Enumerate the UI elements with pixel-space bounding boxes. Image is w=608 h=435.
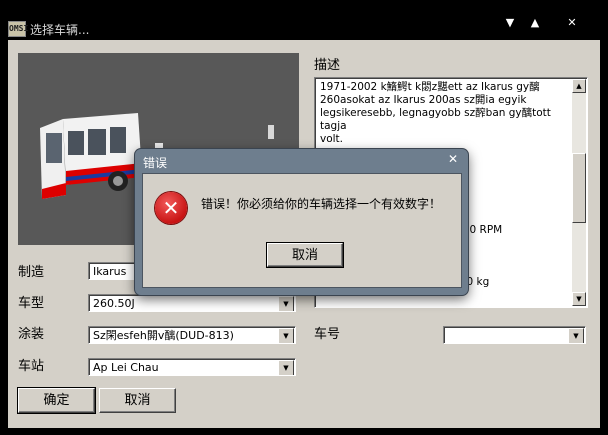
arrow-up-icon[interactable]: ▲ [572,79,586,93]
chevron-down-icon[interactable]: ▼ [568,328,584,343]
ok-button[interactable]: 确定 [17,387,96,414]
model-combo[interactable]: 260.50J ▼ [88,294,296,312]
description-scrollbar[interactable]: ▲ ▼ [572,79,586,306]
title-bar[interactable]: OMSI 选择车辆... ▼ ▲ ✕ [0,0,608,38]
main-window: OMSI 选择车辆... ▼ ▲ ✕ 制造 Ikarus 车型 260.50J … [0,0,608,435]
error-message: 错误！你必须给你的车辆选择一个有效数字！ [201,197,442,211]
livery-label: 涂装 [18,327,45,342]
error-x-icon: ✕ [155,192,187,224]
chevron-down-icon[interactable]: ▼ [278,328,294,343]
cancel-button[interactable]: 取消 [99,388,176,413]
error-dialog-body: ✕ 错误！你必须给你的车辆选择一个有效数字！ 取消 [142,173,462,288]
arrow-down-icon[interactable]: ▼ [572,292,586,306]
window-title: 选择车辆... [30,23,90,37]
chevron-down-icon[interactable]: ▼ [278,360,294,375]
maximize-icon[interactable]: ▲ [525,14,545,32]
model-value: 260.50J [93,297,135,310]
chevron-down-icon[interactable]: ▼ [278,296,294,311]
model-label: 车型 [18,296,45,311]
scrollbar-thumb[interactable] [572,153,586,223]
livery-combo[interactable]: Sz閑esfeh閞v醨(DUD-813) ▼ [88,326,296,344]
depot-value: Ap Lei Chau [93,361,159,374]
description-label: 描述 [314,58,341,73]
depot-combo[interactable]: Ap Lei Chau ▼ [88,358,296,376]
minimize-icon[interactable]: ▼ [500,14,520,32]
close-icon[interactable]: ✕ [562,14,582,32]
app-icon: OMSI [8,21,28,37]
error-dialog-title: 错误 [143,156,168,170]
close-icon[interactable]: ✕ [448,152,458,166]
depot-label: 车站 [18,359,45,374]
number-label: 车号 [314,327,341,342]
number-combo[interactable]: ▼ [443,326,586,344]
error-dialog: 错误 ✕ ✕ 错误！你必须给你的车辆选择一个有效数字！ 取消 [135,149,468,295]
manufacturer-label: 制造 [18,265,45,280]
livery-value: Sz閑esfeh閞v醨(DUD-813) [93,329,234,342]
manufacturer-value: Ikarus [93,265,127,278]
dialog-cancel-button[interactable]: 取消 [266,242,344,268]
